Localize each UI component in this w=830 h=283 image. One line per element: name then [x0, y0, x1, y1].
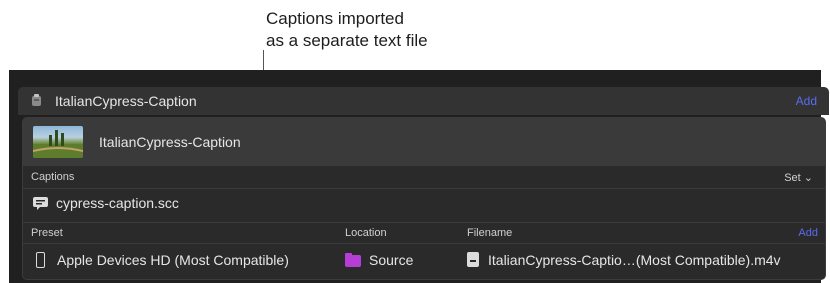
caption-file-icon: [33, 197, 48, 210]
compressor-app-icon: [32, 94, 41, 106]
location-column-header: Location: [345, 227, 387, 239]
destinations-column-header: Preset Location Filename Add: [23, 222, 825, 244]
filename-column-header: Filename: [467, 227, 513, 239]
add-destination-button[interactable]: Add: [798, 227, 818, 239]
project-job: ItalianCypress-Caption Captions Set ⌄ cy…: [22, 117, 826, 280]
captions-section-header: Captions Set ⌄: [23, 167, 825, 189]
destination-preset: Apple Devices HD (Most Compatible): [57, 252, 289, 268]
destination-location[interactable]: Source: [369, 252, 413, 268]
caption-file-name: cypress-caption.scc: [56, 195, 179, 211]
preset-column-header: Preset: [31, 227, 63, 239]
destination-filename[interactable]: ItalianCypress-Captio…(Most Compatible).…: [488, 252, 781, 268]
caption-file-row[interactable]: cypress-caption.scc: [23, 191, 825, 217]
project-header[interactable]: ItalianCypress-Caption: [23, 118, 825, 166]
project-title: ItalianCypress-Caption: [99, 134, 241, 150]
callout-line-2: as a separate text file: [266, 31, 428, 50]
library-add-button[interactable]: Add: [796, 94, 817, 108]
folder-icon: [345, 253, 361, 267]
library-header: ItalianCypress-Caption Add: [18, 87, 829, 115]
set-menu-button[interactable]: Set ⌄: [784, 171, 813, 184]
destination-row[interactable]: Apple Devices HD (Most Compatible) Sourc…: [23, 246, 825, 274]
callout-text: Captions imported as a separate text fil…: [266, 8, 428, 52]
library-title: ItalianCypress-Caption: [55, 93, 197, 109]
project-thumbnail: [33, 126, 83, 158]
apple-device-icon: [36, 252, 45, 268]
callout-line-1: Captions imported: [266, 9, 404, 28]
document-icon: [467, 252, 479, 267]
captions-label: Captions: [31, 171, 75, 183]
